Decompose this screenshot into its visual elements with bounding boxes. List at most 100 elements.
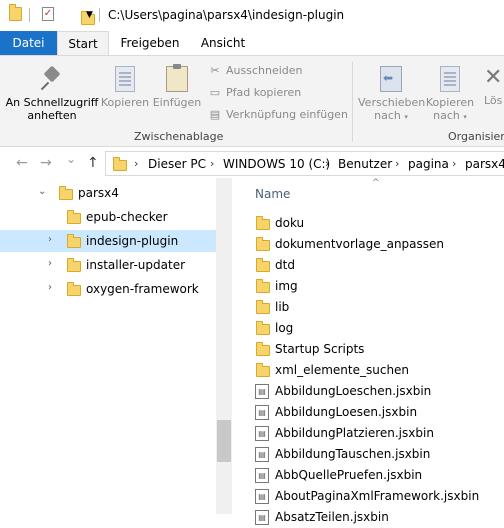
folder-icon — [256, 216, 270, 230]
move-dropdown-icon: ▾ — [404, 113, 408, 121]
title-bar: ✓ ▼ C:\Users\pagina\parsx4\indesign-plug… — [0, 0, 504, 30]
copy-icon — [115, 66, 135, 92]
ribbon-tabs: Datei Start Freigeben Ansicht — [0, 31, 504, 55]
folder-icon — [67, 258, 81, 272]
folder-icon — [256, 321, 270, 335]
breadcrumb-separator[interactable]: › — [452, 157, 456, 170]
tab-ansicht[interactable]: Ansicht — [193, 31, 253, 55]
copy-path-button[interactable]: ▭ Pfad kopieren — [208, 86, 301, 100]
scissors-icon: ✂ — [210, 64, 220, 77]
tree-item-label: installer-updater — [86, 258, 186, 272]
pin-label-line2: anheften — [27, 109, 77, 122]
tree-item-epub-checker[interactable]: epub-checker — [0, 206, 216, 228]
cut-button[interactable]: ✂ Ausschneiden — [208, 64, 302, 78]
breadcrumb-separator[interactable]: › — [210, 157, 214, 170]
copy-path-label: Pfad kopieren — [226, 86, 302, 99]
tree-item-indesign-plugin[interactable]: › indesign-plugin — [0, 230, 216, 252]
copyto-dropdown-icon: ▾ — [463, 113, 467, 121]
folder-icon — [256, 342, 270, 356]
tab-freigeben[interactable]: Freigeben — [113, 31, 187, 55]
script-file-icon: ▤ — [255, 468, 269, 483]
title-separator — [99, 8, 100, 22]
chevron-right-icon[interactable]: › — [48, 234, 52, 245]
copy-button[interactable]: Kopieren — [100, 64, 150, 109]
properties-quick-access-icon[interactable]: ✓ — [42, 7, 54, 21]
folder-icon — [256, 258, 270, 272]
navigation-bar: ← → ⌄ ↑ › Dieser PC › WINDOWS 10 (C:) › … — [0, 149, 504, 178]
list-item[interactable]: img — [252, 276, 504, 297]
folder-icon — [256, 237, 270, 251]
folder-icon — [59, 186, 73, 200]
delete-button[interactable]: ✕ Lös — [484, 64, 504, 107]
list-item[interactable]: ▤ AbsatzTeilen.jsxbin — [252, 507, 504, 528]
list-item[interactable]: ▤ AbbQuellePruefen.jsxbin — [252, 465, 504, 486]
list-item[interactable]: dtd — [252, 255, 504, 276]
move-to-icon — [380, 66, 402, 92]
tree-item-label: parsx4 — [78, 186, 119, 200]
copy-label: Kopieren — [100, 96, 150, 109]
breadcrumb-separator[interactable]: › — [134, 157, 138, 170]
list-item[interactable]: ▤ AboutPaginaXmlFramework.jsxbin — [252, 486, 504, 507]
tree-scrollbar[interactable] — [216, 178, 232, 514]
breadcrumb-benutzer[interactable]: Benutzer — [338, 157, 392, 171]
pin-to-quick-access-button[interactable]: An Schnellzugriff anheften — [4, 65, 100, 122]
breadcrumb-dieser-pc[interactable]: Dieser PC — [148, 157, 206, 171]
copy-to-icon — [440, 66, 460, 92]
list-item[interactable]: xml_elemente_suchen — [252, 360, 504, 381]
item-name: dtd — [275, 258, 295, 272]
list-item[interactable]: log — [252, 318, 504, 339]
folder-icon — [67, 234, 81, 248]
item-name: xml_elemente_suchen — [275, 363, 410, 377]
breadcrumb-separator[interactable]: › — [395, 157, 399, 170]
item-name: doku — [275, 216, 305, 230]
folder-icon — [256, 300, 270, 314]
clipboard-icon — [166, 64, 188, 92]
move-to-button[interactable]: Verschieben nach ▾ — [358, 64, 425, 124]
list-item[interactable]: Startup Scripts — [252, 339, 504, 360]
navigation-tree: ⌄ parsx4 epub-checker › indesign-plugin … — [0, 178, 232, 514]
script-file-icon: ▤ — [255, 489, 269, 504]
breadcrumb-drive-c[interactable]: WINDOWS 10 (C:) — [223, 157, 330, 171]
tree-item-oxygen-framework[interactable]: › oxygen-framework — [0, 278, 216, 300]
recent-locations-chevron-icon[interactable]: ⌄ — [66, 152, 76, 166]
item-name: AbbildungTauschen.jsxbin — [275, 447, 431, 461]
pin-label-line1: An Schnellzugriff — [5, 96, 99, 109]
breadcrumb-pagina[interactable]: pagina — [408, 157, 449, 171]
copyto-label-line2: nach — [433, 109, 460, 122]
copy-to-button[interactable]: Kopieren nach ▾ — [424, 64, 476, 124]
list-item[interactable]: ▤ AbbildungLoesen.jsxbin — [252, 402, 504, 423]
list-item[interactable]: ▤ AbbildungTauschen.jsxbin — [252, 444, 504, 465]
delete-label: Lös — [484, 94, 503, 107]
up-arrow-icon[interactable]: ↑ — [87, 155, 99, 171]
paste-button[interactable]: Einfügen — [152, 64, 202, 109]
script-file-icon: ▤ — [255, 447, 269, 462]
quick-access-dropdown-icon[interactable]: ▼ — [86, 10, 93, 20]
item-name: AbbQuellePruefen.jsxbin — [275, 468, 423, 482]
list-item[interactable]: ▤ AbbildungPlatzieren.jsxbin — [252, 423, 504, 444]
tree-scrollbar-thumb[interactable] — [217, 420, 231, 462]
chevron-right-icon[interactable]: › — [48, 282, 52, 293]
tree-item-parsx4[interactable]: ⌄ parsx4 — [0, 182, 216, 204]
paste-shortcut-button[interactable]: ▤ Verknüpfung einfügen — [208, 108, 348, 122]
address-bar[interactable]: › Dieser PC › WINDOWS 10 (C:) › Benutzer… — [105, 151, 504, 176]
tree-item-installer-updater[interactable]: › installer-updater — [0, 254, 216, 276]
item-name: AbsatzTeilen.jsxbin — [275, 510, 389, 524]
breadcrumb-parsx4[interactable]: parsx4 — [465, 157, 504, 171]
sort-ascending-icon: ^ — [372, 178, 380, 188]
tab-start[interactable]: Start — [57, 31, 109, 55]
list-item[interactable]: doku — [252, 213, 504, 234]
list-item[interactable]: lib — [252, 297, 504, 318]
tree-item-label: indesign-plugin — [86, 234, 179, 248]
forward-arrow-icon[interactable]: → — [40, 155, 52, 171]
column-header-name[interactable]: Name — [255, 187, 290, 201]
chevron-right-icon[interactable]: › — [48, 258, 52, 269]
breadcrumb-separator[interactable]: › — [325, 157, 329, 170]
tab-datei[interactable]: Datei — [0, 31, 57, 55]
back-arrow-icon[interactable]: ← — [16, 155, 28, 171]
item-name: AbbildungPlatzieren.jsxbin — [275, 426, 434, 440]
item-name: AboutPaginaXmlFramework.jsxbin — [275, 489, 480, 503]
chevron-down-icon[interactable]: ⌄ — [38, 186, 46, 197]
list-item[interactable]: dokumentvorlage_anpassen — [252, 234, 504, 255]
script-file-icon: ▤ — [255, 510, 269, 525]
list-item[interactable]: ▤ AbbildungLoeschen.jsxbin — [252, 381, 504, 402]
